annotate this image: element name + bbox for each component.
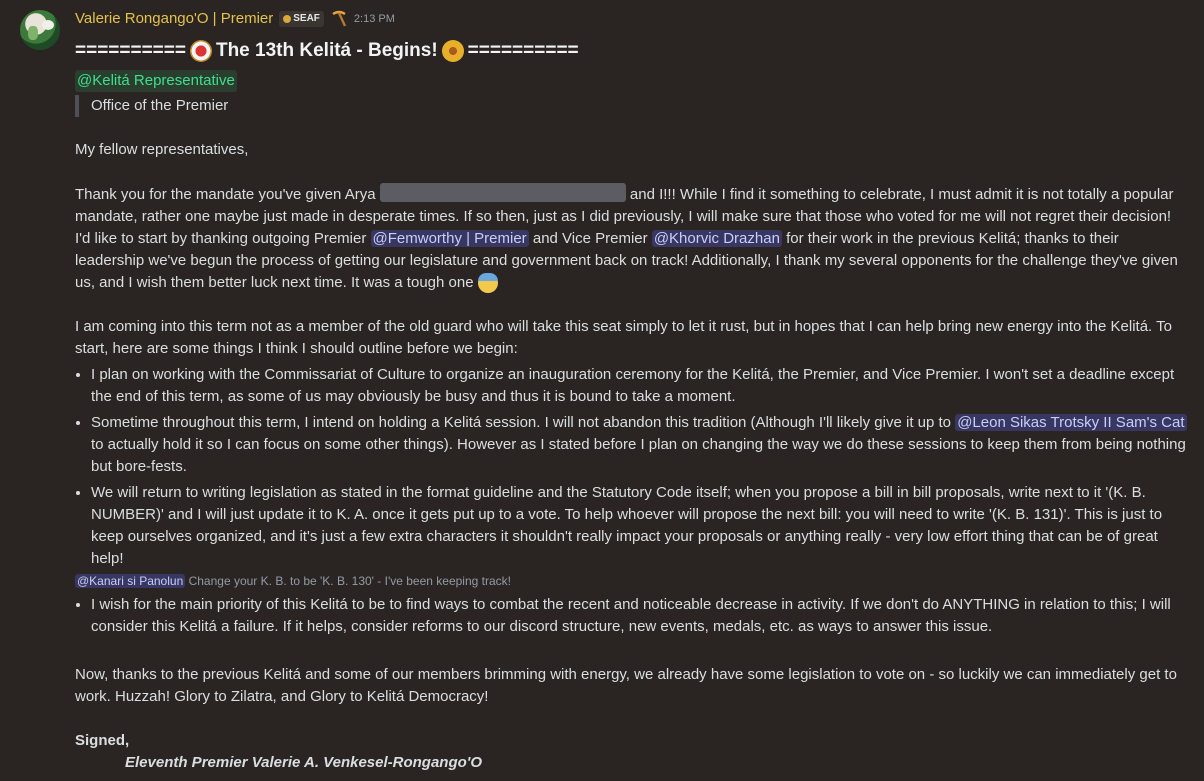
- user-mention-khorvic[interactable]: @Khorvic Drazhan: [651, 230, 782, 247]
- user-avatar[interactable]: [20, 10, 60, 50]
- sweat-face-emoji-icon[interactable]: [477, 273, 498, 294]
- bullet-list: I plan on working with the Commissariat …: [75, 364, 1190, 570]
- pickaxe-icon[interactable]: [330, 10, 348, 28]
- chat-message: Valerie Rongango'O | Premier SEAF 2:13 P…: [0, 0, 1204, 781]
- inline-note: @Kanari si Panolun Change your K. B. to …: [75, 574, 511, 588]
- username[interactable]: Valerie Rongango'O | Premier: [75, 8, 273, 30]
- user-mention-kanari[interactable]: @Kanari si Panolun: [75, 574, 186, 588]
- redacted-name: [379, 183, 626, 202]
- timestamp[interactable]: 2:13 PM: [354, 8, 395, 30]
- paragraph-2: I am coming into this term not as a memb…: [75, 318, 1172, 357]
- message-header: Valerie Rongango'O | Premier SEAF 2:13 P…: [75, 8, 395, 30]
- star-emblem-icon[interactable]: [189, 40, 212, 62]
- list-item: We will return to writing legislation as…: [91, 482, 1190, 570]
- signed-label: Signed,: [75, 732, 130, 749]
- user-mention-femworthy[interactable]: @Femworthy | Premier: [370, 230, 529, 247]
- role-mention[interactable]: @Kelitá Representative: [75, 70, 237, 92]
- tag-icon: [283, 15, 292, 23]
- list-item: I plan on working with the Commissariat …: [91, 364, 1190, 408]
- sun-emblem-icon[interactable]: [441, 40, 464, 62]
- greeting: My fellow representatives,: [75, 141, 249, 158]
- user-mention-leon[interactable]: @Leon Sikas Trotsky II Sam's Cat: [955, 414, 1187, 431]
- bullet-list-2: I wish for the main priority of this Kel…: [75, 594, 1190, 638]
- server-tag-badge[interactable]: SEAF: [279, 11, 324, 27]
- message-content: ========== The 13th Kelitá - Begins! ===…: [75, 36, 1190, 774]
- list-item: I wish for the main priority of this Kel…: [91, 594, 1190, 638]
- signature: Eleventh Premier Valerie A. Venkesel-Ron…: [125, 754, 483, 771]
- paragraph-1: Thank you for the mandate you've given A…: [75, 183, 1190, 294]
- list-item: Sometime throughout this term, I intend …: [91, 412, 1190, 478]
- paragraph-3: Now, thanks to the previous Kelitá and s…: [75, 666, 1177, 705]
- message-title: ========== The 13th Kelitá - Begins! ===…: [75, 40, 579, 62]
- blockquote: Office of the Premier: [75, 95, 1190, 117]
